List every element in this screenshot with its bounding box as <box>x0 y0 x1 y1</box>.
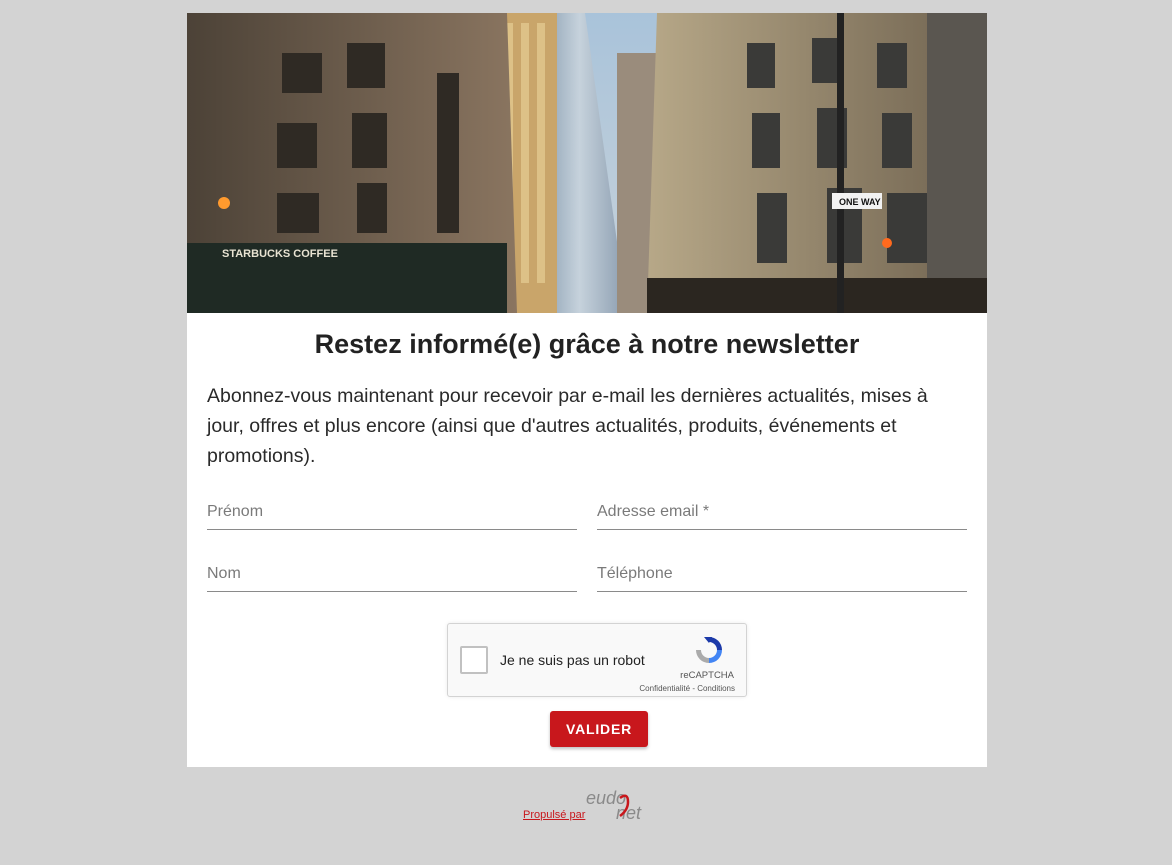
oneway-sign: ONE WAY <box>839 197 881 207</box>
city-street-image: STARBUCKS COFFEE ONE WAY <box>187 13 987 313</box>
lastname-input[interactable] <box>207 557 577 592</box>
firstname-input[interactable] <box>207 495 577 530</box>
email-input[interactable] <box>597 495 967 530</box>
logo-text-bottom: net <box>616 803 642 822</box>
eudonet-logo[interactable]: eudo net <box>584 786 654 822</box>
form-title: Restez informé(e) grâce à notre newslett… <box>314 329 860 359</box>
phone-input[interactable] <box>597 557 967 592</box>
recaptcha-brand: reCAPTCHA <box>680 670 734 681</box>
recaptcha-links[interactable]: Confidentialité - Conditions <box>639 684 735 693</box>
form-description: Abonnez-vous maintenant pour recevoir pa… <box>207 385 928 467</box>
recaptcha-widget: Je ne suis pas un robot reCAPTCHA Confid… <box>447 623 747 697</box>
starbucks-sign: STARBUCKS COFFEE <box>222 248 338 260</box>
recaptcha-icon <box>696 637 722 663</box>
submit-button[interactable]: VALIDER <box>550 711 648 747</box>
recaptcha-label: Je ne suis pas un robot <box>500 652 645 668</box>
hero-image: STARBUCKS COFFEE ONE WAY <box>187 13 987 313</box>
powered-by-link[interactable]: Propulsé par <box>523 809 585 821</box>
recaptcha-checkbox[interactable] <box>460 646 488 674</box>
newsletter-card: STARBUCKS COFFEE ONE WAY Restez informé(… <box>187 13 987 767</box>
